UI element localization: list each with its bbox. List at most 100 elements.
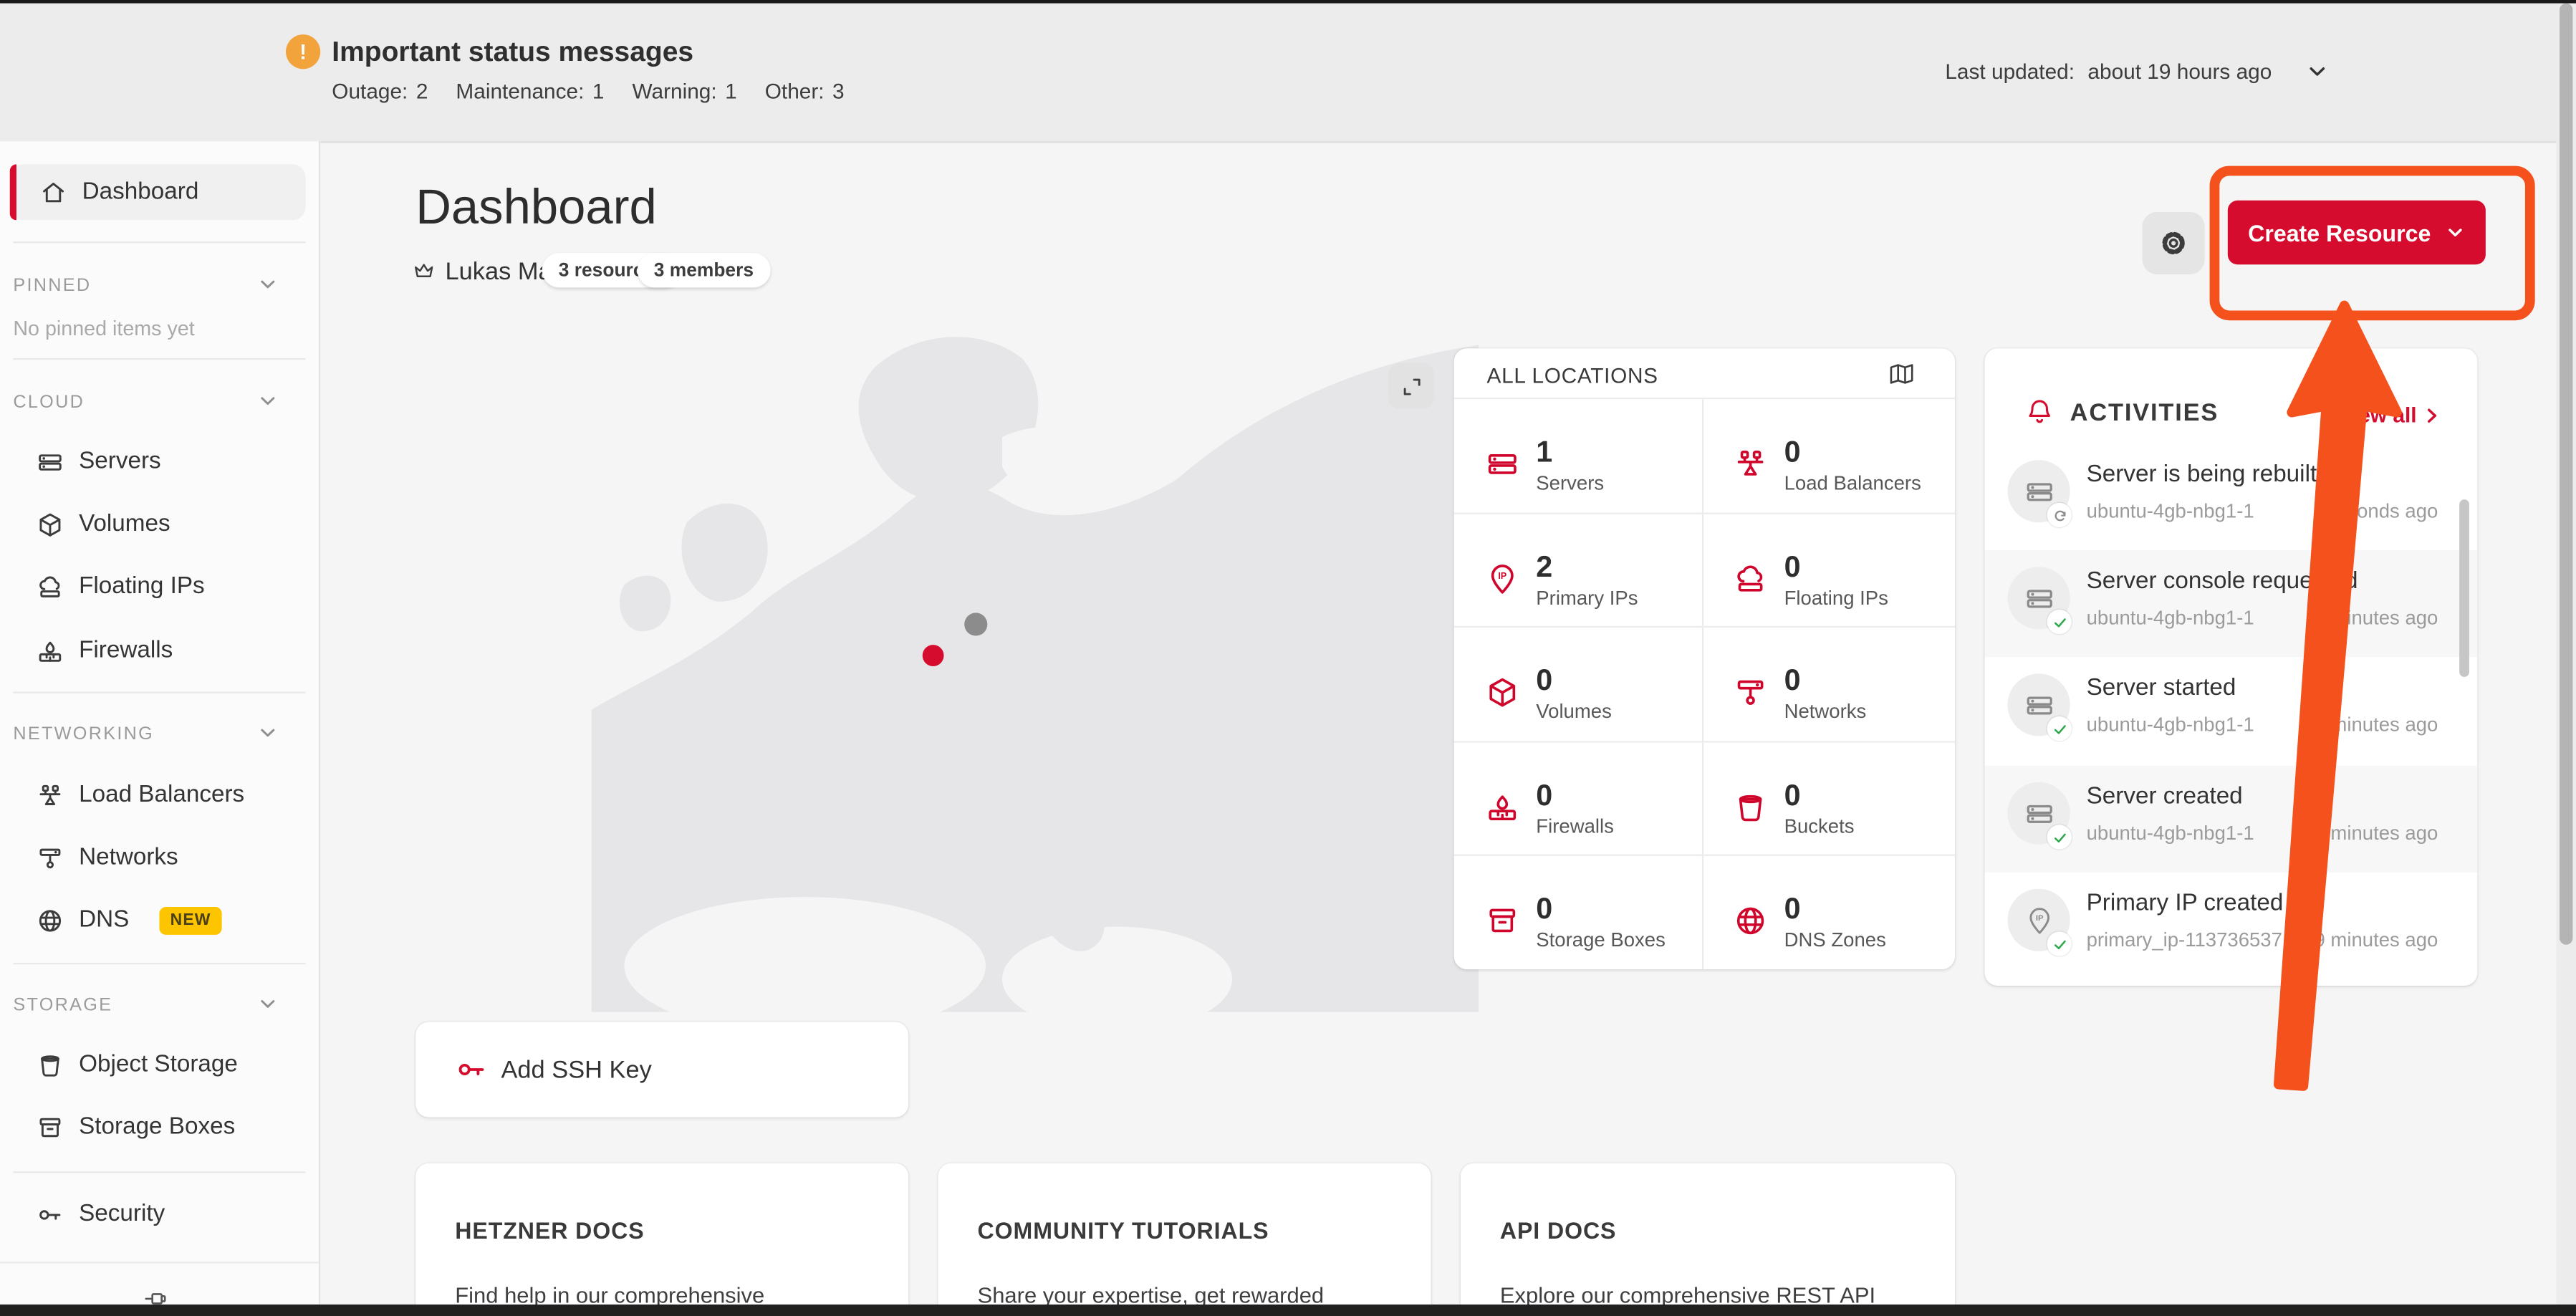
sidebar-item-dashboard[interactable]: Dashboard <box>10 164 306 220</box>
sidebar-divider <box>13 963 305 964</box>
sidebar-item-firewalls[interactable]: Firewalls <box>36 629 173 672</box>
last-updated[interactable]: Last updated: about 19 hours ago <box>1945 59 2329 84</box>
stat-count: 1 <box>1536 437 1716 469</box>
chevron-down-icon[interactable] <box>256 390 279 413</box>
map-icon[interactable] <box>1888 360 1916 388</box>
activity-title: Primary IP created <box>2087 890 2284 917</box>
ip-pin-icon <box>1485 562 1519 596</box>
status-count-warning: Warning:1 <box>632 79 736 103</box>
stat-count: 2 <box>1536 552 1716 584</box>
sidebar-section-networking[interactable]: NETWORKING <box>13 724 154 744</box>
sidebar-divider <box>13 692 305 693</box>
sidebar-section-pinned[interactable]: PINNED <box>13 276 91 296</box>
server-icon <box>36 448 64 476</box>
bell-icon <box>2024 396 2055 428</box>
sidebar-item-object-storage[interactable]: Object Storage <box>36 1043 237 1086</box>
sidebar-item-label: Servers <box>79 448 161 475</box>
activity-time: 49 minutes ago <box>2303 928 2438 951</box>
locations-panel: ALL LOCATIONS 1 Servers 0 Load Balancers <box>1454 348 1955 969</box>
activity-time: 8 minutes ago <box>2314 822 2438 845</box>
chevron-down-icon[interactable] <box>256 273 279 296</box>
activity-row[interactable]: Server console requested ubuntu-4gb-nbg1… <box>1984 550 2477 657</box>
load-balancer-icon <box>36 781 64 809</box>
gear-icon <box>2157 226 2190 259</box>
activity-time: minutes ago <box>2330 606 2438 629</box>
status-count-outage: Outage:2 <box>332 79 428 103</box>
hetzner-docs-card[interactable]: HETZNER DOCS Find help in our comprehens… <box>415 1163 908 1316</box>
sidebar-item-label: Object Storage <box>79 1052 238 1078</box>
sidebar-item-label: Security <box>79 1201 165 1227</box>
firewall-icon <box>1485 790 1519 825</box>
chevron-right-icon <box>2421 405 2441 425</box>
activity-title: Server is being rebuilt <box>2087 461 2317 488</box>
crown-icon <box>410 258 437 284</box>
activity-row[interactable]: Server created ubuntu-4gb-nbg1-1 8 minut… <box>1984 766 2477 873</box>
key-icon <box>36 1200 64 1228</box>
sidebar-item-label: Load Balancers <box>79 782 244 809</box>
page-scrollbar-thumb[interactable] <box>2560 4 2572 945</box>
stat-count: 0 <box>1784 552 1965 584</box>
sidebar-section-cloud[interactable]: CLOUD <box>13 393 85 413</box>
activity-title: Server console requested <box>2087 569 2358 595</box>
map-expand-button[interactable] <box>1388 363 1434 409</box>
sidebar-item-volumes[interactable]: Volumes <box>36 503 170 546</box>
sidebar-item-storage-boxes[interactable]: Storage Boxes <box>36 1105 235 1148</box>
activity-row[interactable]: Server is being rebuilt ubuntu-4gb-nbg1-… <box>1984 443 2477 550</box>
stat-label: Networks <box>1784 700 1965 723</box>
activity-resource: ubuntu-4gb-nbg1-1 <box>2087 499 2254 522</box>
sidebar-item-networks[interactable]: Networks <box>36 836 178 879</box>
panel-scrollbar-thumb[interactable] <box>2459 499 2469 677</box>
storage-box-icon <box>36 1113 64 1141</box>
floating-ip-icon <box>1734 562 1768 596</box>
stat-count: 0 <box>1784 666 1965 697</box>
globe-icon <box>36 906 64 934</box>
load-balancer-icon <box>1734 447 1768 481</box>
sidebar-section-storage[interactable]: STORAGE <box>13 996 112 1016</box>
view-all-link[interactable]: View all <box>2339 403 2441 427</box>
api-docs-card[interactable]: API DOCS Explore our comprehensive REST … <box>1461 1163 1955 1316</box>
sidebar-item-load-balancers[interactable]: Load Balancers <box>36 774 244 817</box>
locations-panel-title: ALL LOCATIONS <box>1486 363 1658 388</box>
settings-button[interactable] <box>2143 212 2205 274</box>
status-count-maintenance: Maintenance:1 <box>456 79 604 103</box>
server-icon <box>2023 476 2054 507</box>
status-count-other: Other:3 <box>765 79 845 103</box>
sidebar-divider <box>13 358 305 360</box>
network-icon <box>36 844 64 872</box>
activity-title: Server started <box>2087 676 2236 702</box>
stat-count: 0 <box>1536 666 1716 697</box>
docs-card-title: API DOCS <box>1500 1217 1617 1244</box>
sidebar-item-floating-ips[interactable]: Floating IPs <box>36 565 204 608</box>
activity-resource: ubuntu-4gb-nbg1-1 <box>2087 713 2254 736</box>
sidebar-item-label: Storage Boxes <box>79 1114 235 1140</box>
members-badge: 3 members <box>638 253 770 287</box>
sidebar-item-dns[interactable]: DNS NEW <box>36 898 222 941</box>
add-ssh-key-card[interactable]: Add SSH Key <box>415 1022 908 1117</box>
stat-count: 0 <box>1536 894 1716 926</box>
expand-icon <box>1399 374 1423 398</box>
server-icon <box>2023 582 2054 614</box>
storage-box-icon <box>1485 903 1519 938</box>
warning-icon: ! <box>286 34 320 69</box>
sidebar-item-label: Dashboard <box>82 179 199 206</box>
stat-label: Load Balancers <box>1784 471 1965 494</box>
europe-map[interactable] <box>592 322 1479 1012</box>
sidebar-item-security[interactable]: Security <box>36 1193 165 1236</box>
chevron-down-icon[interactable] <box>256 992 279 1015</box>
screen-bottom-edge <box>0 1305 2576 1316</box>
firewall-icon <box>36 637 64 665</box>
new-badge: NEW <box>159 906 223 934</box>
sidebar-divider <box>13 1171 305 1173</box>
stat-label: Buckets <box>1784 815 1965 838</box>
sidebar-item-label: Firewalls <box>79 638 173 664</box>
activities-panel: ACTIVITIES View all Server is being rebu… <box>1984 348 2477 986</box>
stat-count: 0 <box>1784 437 1965 469</box>
sidebar-item-servers[interactable]: Servers <box>36 441 160 484</box>
chevron-down-icon[interactable] <box>256 721 279 744</box>
activity-row[interactable]: Server started ubuntu-4gb-nbg1-1 minutes… <box>1984 657 2477 765</box>
activity-row[interactable]: Primary IP created primary_ip-113736537 … <box>1984 873 2477 986</box>
activity-resource: ubuntu-4gb-nbg1-1 <box>2087 606 2254 629</box>
community-tutorials-card[interactable]: COMMUNITY TUTORIALS Share your expertise… <box>938 1163 1431 1316</box>
hetzner-cloud-console: ! Important status messages Outage:2 Mai… <box>0 0 2576 1316</box>
chevron-down-icon[interactable] <box>2305 59 2329 84</box>
